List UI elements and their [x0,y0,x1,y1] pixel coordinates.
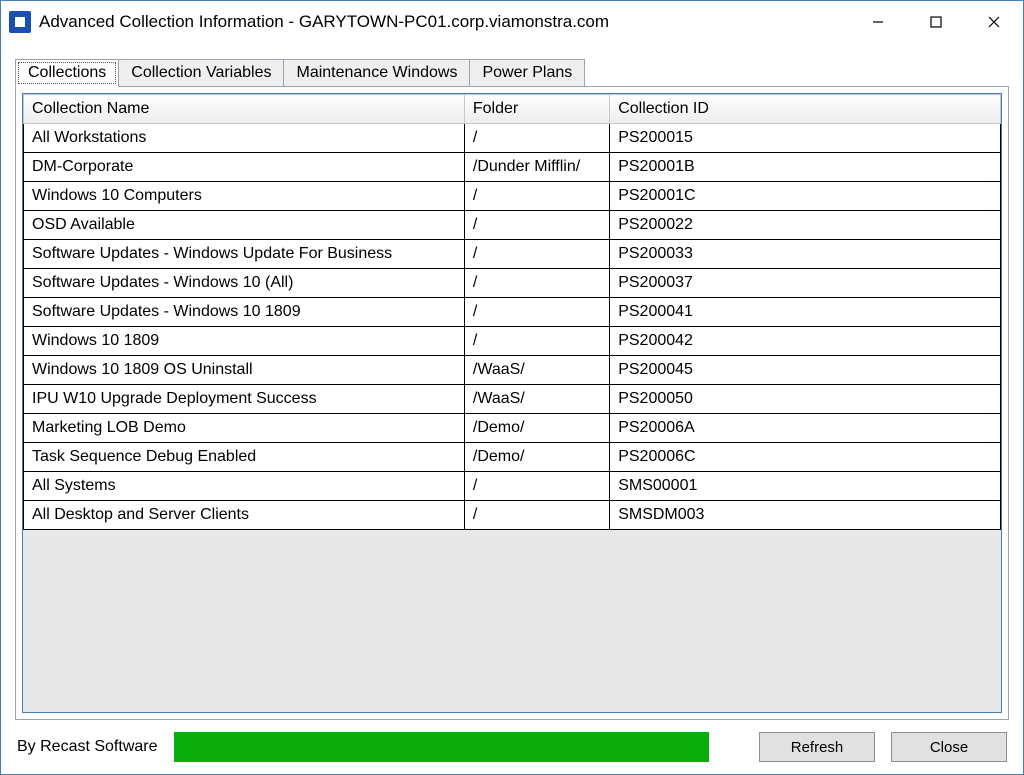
cell-name: IPU W10 Upgrade Deployment Success [24,385,465,414]
cell-folder: /WaaS/ [464,385,609,414]
tab-label: Collections [28,64,106,81]
cell-folder: / [464,327,609,356]
table-row[interactable]: IPU W10 Upgrade Deployment Success/WaaS/… [24,385,1001,414]
titlebar: Advanced Collection Information - GARYTO… [1,1,1023,43]
cell-name: Task Sequence Debug Enabled [24,443,465,472]
cell-folder: / [464,240,609,269]
tab-pane-collections: Collection Name Folder Collection ID All… [15,86,1009,720]
table-row[interactable]: Software Updates - Windows Update For Bu… [24,240,1001,269]
tabstrip: Collections Collection Variables Mainten… [15,57,1009,87]
tab-label: Maintenance Windows [296,64,457,81]
cell-folder: /Demo/ [464,414,609,443]
table-row[interactable]: Software Updates - Windows 10 1809/PS200… [24,298,1001,327]
content-area: Collections Collection Variables Mainten… [1,43,1023,720]
app-icon [9,11,31,33]
col-header-name[interactable]: Collection Name [24,95,465,124]
footer: By Recast Software Refresh Close [1,720,1023,774]
cell-name: Software Updates - Windows 10 (All) [24,269,465,298]
tab-label: Power Plans [482,64,572,81]
cell-id: PS200015 [610,124,1001,153]
cell-folder: /Demo/ [464,443,609,472]
cell-id: PS200042 [610,327,1001,356]
close-window-button[interactable] [965,1,1023,43]
cell-folder: / [464,182,609,211]
cell-id: SMS00001 [610,472,1001,501]
tab-collections[interactable]: Collections [15,59,119,87]
cell-id: SMSDM003 [610,501,1001,530]
cell-folder: / [464,211,609,240]
table-row[interactable]: All Systems/SMS00001 [24,472,1001,501]
table-row[interactable]: All Desktop and Server Clients/SMSDM003 [24,501,1001,530]
grid-header-row: Collection Name Folder Collection ID [24,95,1001,124]
cell-folder: /Dunder Mifflin/ [464,153,609,182]
cell-folder: / [464,501,609,530]
table-row[interactable]: Software Updates - Windows 10 (All)/PS20… [24,269,1001,298]
table-row[interactable]: DM-Corporate/Dunder Mifflin/PS20001B [24,153,1001,182]
minimize-button[interactable] [849,1,907,43]
tab-maintenance-windows[interactable]: Maintenance Windows [284,59,470,87]
cell-name: Marketing LOB Demo [24,414,465,443]
window-controls [849,1,1023,43]
cell-id: PS200037 [610,269,1001,298]
cell-name: All Systems [24,472,465,501]
tab-label: Collection Variables [131,64,271,81]
tab-collection-variables[interactable]: Collection Variables [119,59,284,87]
app-window: Advanced Collection Information - GARYTO… [0,0,1024,775]
progress-bar [174,732,709,762]
table-row[interactable]: Windows 10 1809/PS200042 [24,327,1001,356]
refresh-button[interactable]: Refresh [759,732,875,762]
table-row[interactable]: Marketing LOB Demo/Demo/PS20006A [24,414,1001,443]
collections-grid-wrap: Collection Name Folder Collection ID All… [22,93,1002,713]
cell-folder: / [464,124,609,153]
cell-id: PS200050 [610,385,1001,414]
col-header-id[interactable]: Collection ID [610,95,1001,124]
cell-id: PS200045 [610,356,1001,385]
collections-grid[interactable]: Collection Name Folder Collection ID All… [23,94,1001,530]
cell-name: OSD Available [24,211,465,240]
cell-name: Software Updates - Windows 10 1809 [24,298,465,327]
cell-folder: / [464,269,609,298]
cell-id: PS200041 [610,298,1001,327]
cell-folder: / [464,298,609,327]
tab-power-plans[interactable]: Power Plans [470,59,585,87]
table-row[interactable]: All Workstations/PS200015 [24,124,1001,153]
cell-id: PS20006A [610,414,1001,443]
maximize-button[interactable] [907,1,965,43]
close-button[interactable]: Close [891,732,1007,762]
cell-name: Windows 10 1809 OS Uninstall [24,356,465,385]
cell-id: PS20001C [610,182,1001,211]
cell-name: Windows 10 1809 [24,327,465,356]
cell-name: All Workstations [24,124,465,153]
window-title: Advanced Collection Information - GARYTO… [39,12,609,32]
table-row[interactable]: OSD Available/PS200022 [24,211,1001,240]
cell-name: Software Updates - Windows Update For Bu… [24,240,465,269]
col-header-folder[interactable]: Folder [464,95,609,124]
cell-id: PS20006C [610,443,1001,472]
cell-name: DM-Corporate [24,153,465,182]
cell-folder: /WaaS/ [464,356,609,385]
cell-id: PS200033 [610,240,1001,269]
grid-empty-area [23,530,1001,712]
cell-name: Windows 10 Computers [24,182,465,211]
vendor-label: By Recast Software [17,738,158,756]
cell-id: PS20001B [610,153,1001,182]
table-row[interactable]: Windows 10 Computers/PS20001C [24,182,1001,211]
cell-name: All Desktop and Server Clients [24,501,465,530]
cell-id: PS200022 [610,211,1001,240]
cell-folder: / [464,472,609,501]
table-row[interactable]: Windows 10 1809 OS Uninstall/WaaS/PS2000… [24,356,1001,385]
table-row[interactable]: Task Sequence Debug Enabled/Demo/PS20006… [24,443,1001,472]
